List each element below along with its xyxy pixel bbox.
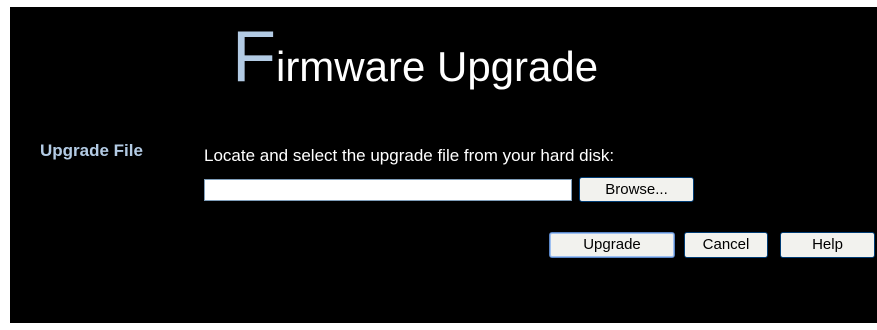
- page-title: Firmware Upgrade: [232, 21, 598, 93]
- help-button[interactable]: Help: [780, 232, 875, 258]
- upgrade-file-label: Upgrade File: [40, 141, 143, 160]
- firmware-upgrade-panel: Firmware Upgrade Upgrade File Locate and…: [10, 7, 877, 323]
- upgrade-file-path-input[interactable]: [204, 179, 572, 201]
- upgrade-button[interactable]: Upgrade: [549, 232, 675, 258]
- browse-button[interactable]: Browse...: [579, 177, 694, 202]
- page-title-initial: F: [232, 17, 276, 97]
- page-title-rest: irmware Upgrade: [275, 43, 599, 90]
- cancel-button[interactable]: Cancel: [684, 232, 768, 258]
- upgrade-file-instruction: Locate and select the upgrade file from …: [204, 146, 615, 165]
